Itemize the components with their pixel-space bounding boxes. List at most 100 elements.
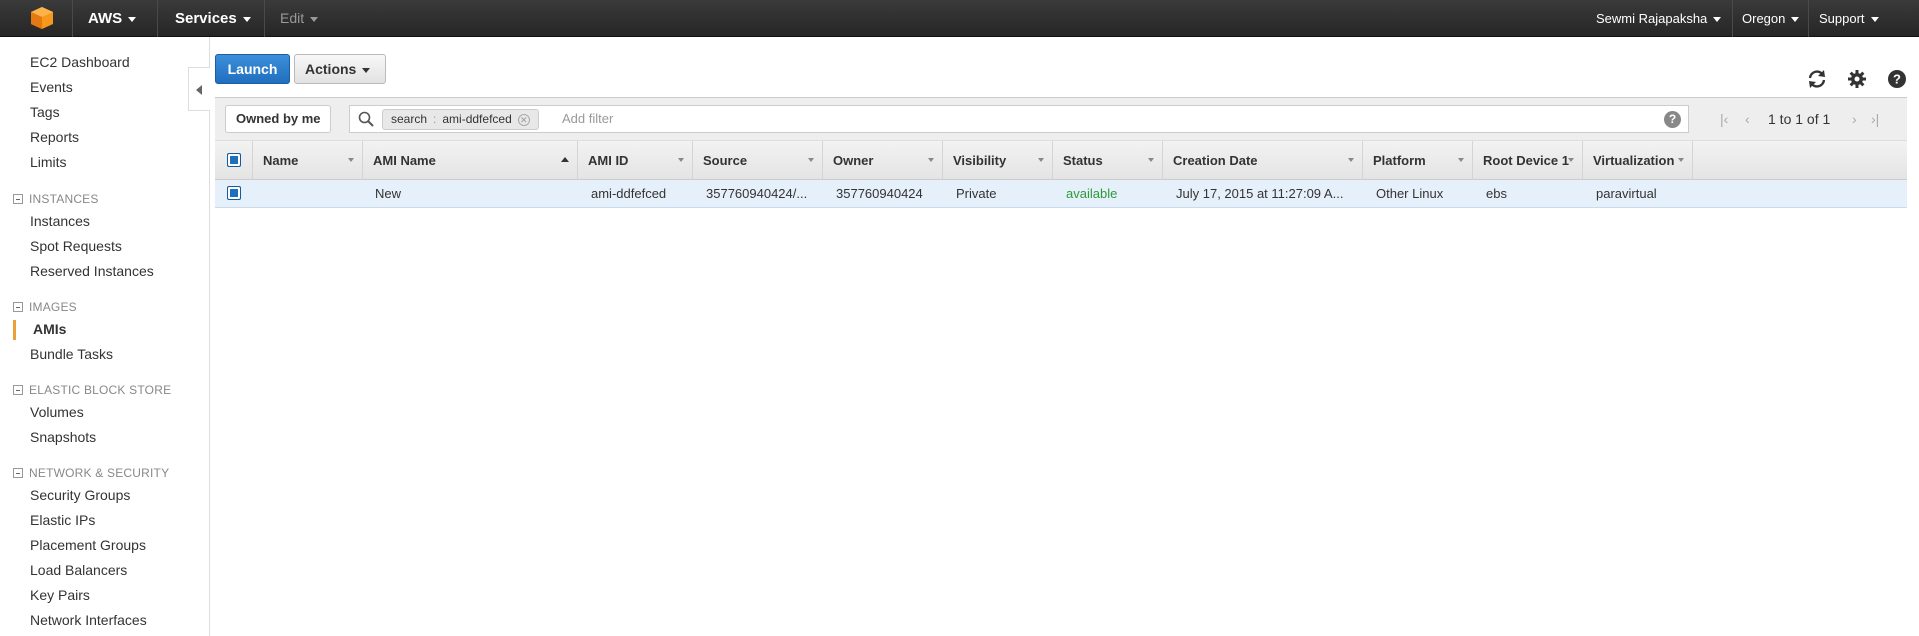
- collapse-icon: [13, 385, 23, 395]
- edit-menu-label: Edit: [280, 10, 305, 26]
- nav-divider: [1808, 0, 1809, 37]
- sidebar-item-instances[interactable]: Instances: [30, 213, 90, 229]
- search-input[interactable]: search: ami-ddfefced ✕ Add filter ?: [349, 105, 1689, 133]
- region-menu[interactable]: Oregon: [1742, 0, 1800, 37]
- column-header-creation-date[interactable]: Creation Date: [1163, 141, 1363, 180]
- sidebar-item-load-balancers[interactable]: Load Balancers: [30, 562, 127, 578]
- user-menu-label: Sewmi Rajapaksha: [1596, 11, 1708, 26]
- sidebar-item-spot-requests[interactable]: Spot Requests: [30, 238, 122, 254]
- select-all-checkbox[interactable]: [227, 153, 241, 167]
- cell-visibility: Private: [956, 186, 997, 201]
- sidebar-item-elastic-ips[interactable]: Elastic IPs: [30, 512, 95, 528]
- sidebar-collapse-button[interactable]: [188, 67, 210, 111]
- add-filter-placeholder[interactable]: Add filter: [562, 111, 613, 126]
- services-menu[interactable]: Services: [175, 0, 251, 37]
- sidebar-section-network[interactable]: NETWORK & SECURITY: [13, 466, 169, 480]
- column-header-source[interactable]: Source: [693, 141, 823, 180]
- sidebar-item-bundle-tasks[interactable]: Bundle Tasks: [30, 346, 113, 362]
- edit-menu[interactable]: Edit: [280, 0, 319, 37]
- sidebar-item-security-groups[interactable]: Security Groups: [30, 487, 130, 503]
- column-dropdown-icon: [1458, 158, 1464, 162]
- nav-divider: [157, 0, 158, 37]
- column-header-label: Platform: [1373, 153, 1426, 168]
- launch-button[interactable]: Launch: [215, 54, 290, 84]
- sidebar-section-label: INSTANCES: [29, 192, 99, 206]
- search-icon: [358, 111, 374, 127]
- active-item-marker: [13, 320, 16, 340]
- column-dropdown-icon: [678, 158, 684, 162]
- sidebar-item-tags[interactable]: Tags: [30, 104, 60, 120]
- sidebar-item-network-interfaces[interactable]: Network Interfaces: [30, 612, 147, 628]
- cell-source: 357760940424/...: [706, 186, 808, 201]
- sidebar-item-limits[interactable]: Limits: [30, 154, 67, 170]
- cell-name[interactable]: [263, 180, 363, 207]
- collapse-icon: [13, 194, 23, 204]
- gear-icon[interactable]: [1846, 68, 1868, 90]
- actions-button[interactable]: Actions: [294, 54, 386, 84]
- chevron-down-icon: [1713, 17, 1722, 23]
- next-page-icon[interactable]: ›: [1852, 112, 1866, 126]
- column-header-label: Source: [703, 153, 748, 168]
- chevron-down-icon: [310, 16, 319, 22]
- column-dropdown-icon: [928, 158, 934, 162]
- column-header-ami-name[interactable]: AMI Name: [363, 141, 578, 180]
- support-menu[interactable]: Support: [1819, 0, 1879, 37]
- cell-status: available: [1066, 186, 1118, 201]
- search-help-icon[interactable]: ?: [1664, 111, 1681, 128]
- refresh-icon[interactable]: [1806, 68, 1828, 90]
- row-checkbox[interactable]: [227, 186, 241, 200]
- cell-creation-date: July 17, 2015 at 11:27:09 A...: [1176, 186, 1344, 201]
- services-menu-label: Services: [175, 10, 237, 27]
- sidebar-item-reports[interactable]: Reports: [30, 129, 79, 145]
- column-header-root-device[interactable]: Root Device 1: [1473, 141, 1583, 180]
- help-icon[interactable]: ?: [1886, 68, 1908, 90]
- table-row[interactable]: New ami-ddfefced 357760940424/... 357760…: [215, 180, 1907, 208]
- owner-filter-dropdown[interactable]: Owned by me: [225, 105, 331, 149]
- nav-divider: [264, 0, 265, 37]
- chevron-down-icon: [1791, 17, 1800, 23]
- remove-filter-icon[interactable]: ✕: [517, 114, 530, 126]
- owner-filter-label: Owned by me: [236, 111, 321, 126]
- region-menu-label: Oregon: [1742, 11, 1786, 26]
- sidebar-section-label: IMAGES: [29, 300, 77, 314]
- svg-text:?: ?: [1893, 72, 1901, 87]
- sidebar-item-amis[interactable]: AMIs: [33, 321, 66, 337]
- sidebar-item-placement-groups[interactable]: Placement Groups: [30, 537, 146, 553]
- sidebar-section-label: NETWORK & SECURITY: [29, 466, 170, 480]
- cell-ami-id: ami-ddfefced: [591, 186, 667, 201]
- filter-bar: Owned by me search: ami-ddfefced ✕ Add fil…: [215, 97, 1907, 149]
- sidebar-item-snapshots[interactable]: Snapshots: [30, 429, 96, 445]
- sidebar-section-images[interactable]: IMAGES: [13, 300, 77, 314]
- sidebar-section-ebs[interactable]: ELASTIC BLOCK STORE: [13, 383, 171, 397]
- previous-page-icon[interactable]: ‹: [1745, 112, 1759, 126]
- last-page-icon[interactable]: ›|: [1871, 112, 1885, 126]
- sidebar-item-events[interactable]: Events: [30, 79, 73, 95]
- first-page-icon[interactable]: |‹: [1720, 112, 1734, 126]
- search-filter-token[interactable]: search: ami-ddfefced ✕: [382, 109, 539, 130]
- cell-owner: 357760940424: [836, 186, 923, 201]
- support-menu-label: Support: [1819, 11, 1865, 26]
- column-header-label: Creation Date: [1173, 153, 1258, 168]
- column-header-status[interactable]: Status: [1053, 141, 1163, 180]
- collapse-icon: [13, 468, 23, 478]
- column-header-virtualization[interactable]: Virtualization: [1583, 141, 1693, 180]
- aws-cube-logo-icon[interactable]: [30, 6, 54, 30]
- column-header-owner[interactable]: Owner: [823, 141, 943, 180]
- sidebar-item-reserved-instances[interactable]: Reserved Instances: [30, 263, 154, 279]
- cell-virtualization: paravirtual: [1596, 186, 1657, 201]
- cell-platform: Other Linux: [1376, 186, 1444, 201]
- column-header-platform[interactable]: Platform: [1363, 141, 1473, 180]
- user-menu[interactable]: Sewmi Rajapaksha: [1596, 0, 1722, 37]
- column-dropdown-icon: [1678, 158, 1684, 162]
- sidebar-item-key-pairs[interactable]: Key Pairs: [30, 587, 90, 603]
- aws-menu[interactable]: AWS: [88, 0, 137, 37]
- column-header-name[interactable]: Name: [253, 141, 363, 180]
- column-header-label: Name: [263, 153, 299, 168]
- column-dropdown-icon: [1348, 158, 1354, 162]
- select-all-cell: [215, 141, 253, 180]
- sidebar-section-instances[interactable]: INSTANCES: [13, 192, 99, 206]
- column-header-visibility[interactable]: Visibility: [943, 141, 1053, 180]
- sidebar-item-volumes[interactable]: Volumes: [30, 404, 84, 420]
- column-header-ami-id[interactable]: AMI ID: [578, 141, 693, 180]
- sidebar-item-ec2-dashboard[interactable]: EC2 Dashboard: [30, 54, 130, 70]
